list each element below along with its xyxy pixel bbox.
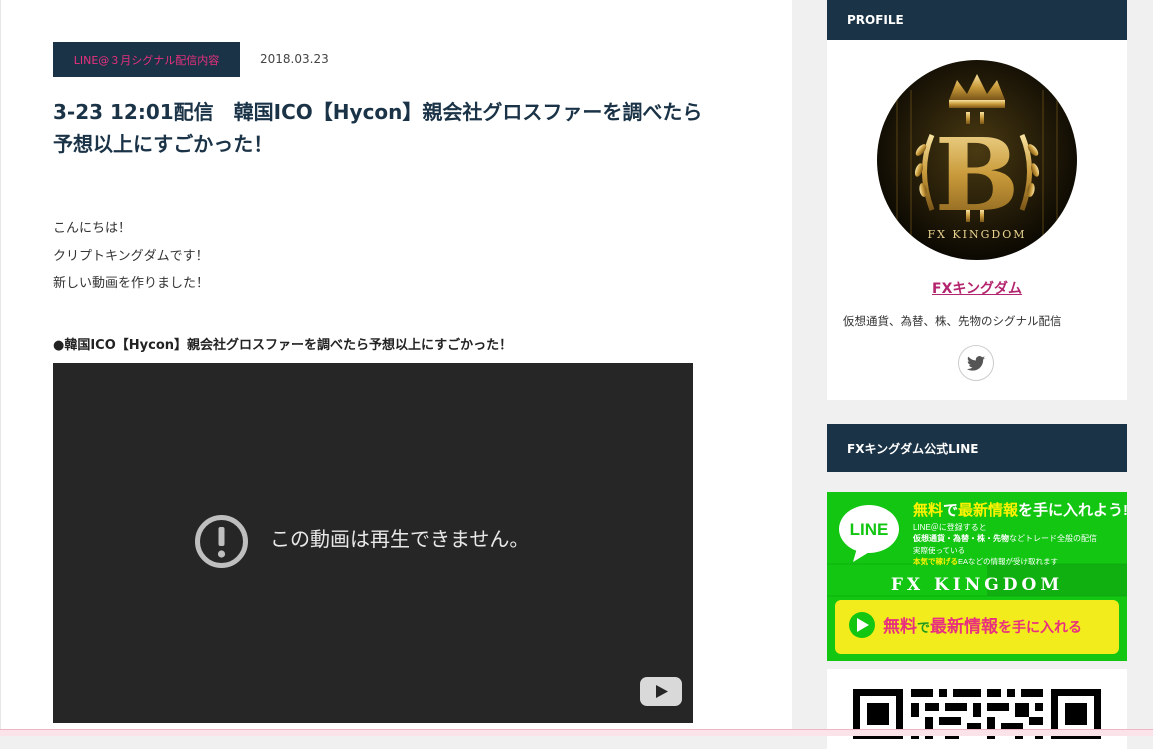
- post-title-line-2: 予想以上にすごかった！: [53, 132, 274, 156]
- line-widget-header: FXキングダム公式LINE: [827, 424, 1127, 472]
- video-player[interactable]: この動画は再生できません。: [53, 363, 693, 723]
- banner-sub-2: 仮想通貨・為替・株・先物などトレード全般の配信: [912, 533, 1097, 543]
- twitter-button[interactable]: [958, 345, 994, 381]
- profile-widget-header: PROFILE: [827, 0, 1127, 40]
- intro-line: 新しい動画を作りました！: [53, 276, 210, 291]
- post-title-line-1: 3-23 12:01配信 韓国ICO【Hycon】親会社グロスファーを調べたら: [53, 100, 703, 124]
- twitter-icon: [967, 355, 985, 371]
- banner-brand: FX KINGDOM: [891, 575, 1063, 595]
- banner-sub-4: 本気で稼げるEAなどの情報が受け取れます: [912, 556, 1058, 566]
- youtube-play-icon[interactable]: [640, 677, 682, 706]
- banner-sub-1: LINE＠に登録すると: [913, 522, 987, 532]
- line-logo-text: LINE: [850, 520, 889, 539]
- qr-code-icon: [853, 689, 1101, 739]
- banner-sub-3: 実際使っている: [913, 545, 965, 555]
- intro-line: クリプトキングダムです！: [53, 248, 209, 264]
- profile-description: 仮想通貨、為替、株、先物のシグナル配信: [843, 314, 1062, 328]
- bitcoin-crown-logo-icon: B FX KINGDOM: [877, 60, 1077, 260]
- avatar-letter: B: [935, 116, 1020, 234]
- video-heading: ●韓国ICO【Hycon】親会社グロスファーを調べたら予想以上にすごかった！: [53, 338, 513, 353]
- line-banner[interactable]: LINE 無料で最新情報を手に入れよう! LINE＠に登録すると 仮想通貨・為替…: [827, 492, 1127, 661]
- post-date: 2018.03.23: [260, 52, 329, 66]
- profile-widget: B FX KINGDOM FXキングダム 仮想通貨、為替、株、先物のシグナル配信: [827, 40, 1127, 400]
- line-qr-code[interactable]: [827, 669, 1127, 749]
- profile-name-link[interactable]: FXキングダム: [827, 278, 1127, 298]
- avatar: B FX KINGDOM: [877, 60, 1077, 260]
- video-error-message: この動画は再生できません。: [270, 527, 530, 551]
- intro-line: こんにちは！: [53, 221, 132, 236]
- post-intro: こんにちは！ クリプトキングダムです！ 新しい動画を作りました！: [53, 215, 209, 298]
- avatar-text: FX KINGDOM: [927, 228, 1026, 241]
- line-banner-graphic: LINE 無料で最新情報を手に入れよう! LINE＠に登録すると 仮想通貨・為替…: [827, 492, 1127, 661]
- post-title: 3-23 12:01配信 韓国ICO【Hycon】親会社グロスファーを調べたら …: [53, 96, 753, 160]
- exclamation-circle-icon: [195, 515, 248, 568]
- category-label[interactable]: LINE@３月シグナル配信内容: [53, 42, 240, 77]
- banner-headline: 無料で最新情報を手に入れよう!: [913, 501, 1127, 519]
- main-content: LINE@３月シグナル配信内容 2018.03.23 3-23 12:01配信 …: [0, 0, 792, 735]
- banner-cta-text: 無料で最新情報を手に入れる: [883, 616, 1082, 636]
